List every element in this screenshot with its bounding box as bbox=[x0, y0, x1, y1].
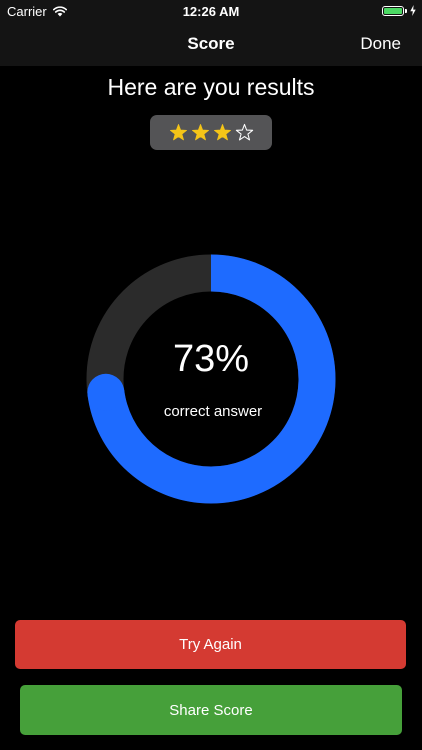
battery-tip bbox=[405, 8, 407, 13]
battery-level-fill bbox=[384, 7, 402, 14]
done-button[interactable]: Done bbox=[360, 34, 401, 54]
status-bar: Carrier 12:26 AM bbox=[0, 0, 422, 22]
score-percent: 73% bbox=[172, 338, 250, 380]
nav-title: Score bbox=[187, 34, 235, 53]
navigation-bar: Score Done bbox=[0, 22, 422, 66]
try-again-button[interactable]: Try Again bbox=[15, 620, 406, 669]
battery-icon bbox=[382, 5, 404, 16]
star-rating bbox=[150, 115, 272, 150]
results-heading: Here are you results bbox=[107, 74, 315, 100]
star-filled-icon bbox=[191, 124, 209, 141]
charging-bolt-icon bbox=[410, 5, 416, 16]
star-empty-icon bbox=[235, 123, 253, 141]
star-filled-icon bbox=[169, 124, 187, 141]
share-score-label: Share Score bbox=[169, 701, 253, 719]
status-time: 12:26 AM bbox=[182, 4, 240, 19]
star-filled-icon bbox=[213, 124, 231, 141]
battery-indicator bbox=[382, 5, 416, 16]
score-caption: correct answer bbox=[163, 403, 263, 420]
try-again-label: Try Again bbox=[179, 636, 242, 653]
share-score-button[interactable]: Share Score bbox=[20, 685, 402, 735]
